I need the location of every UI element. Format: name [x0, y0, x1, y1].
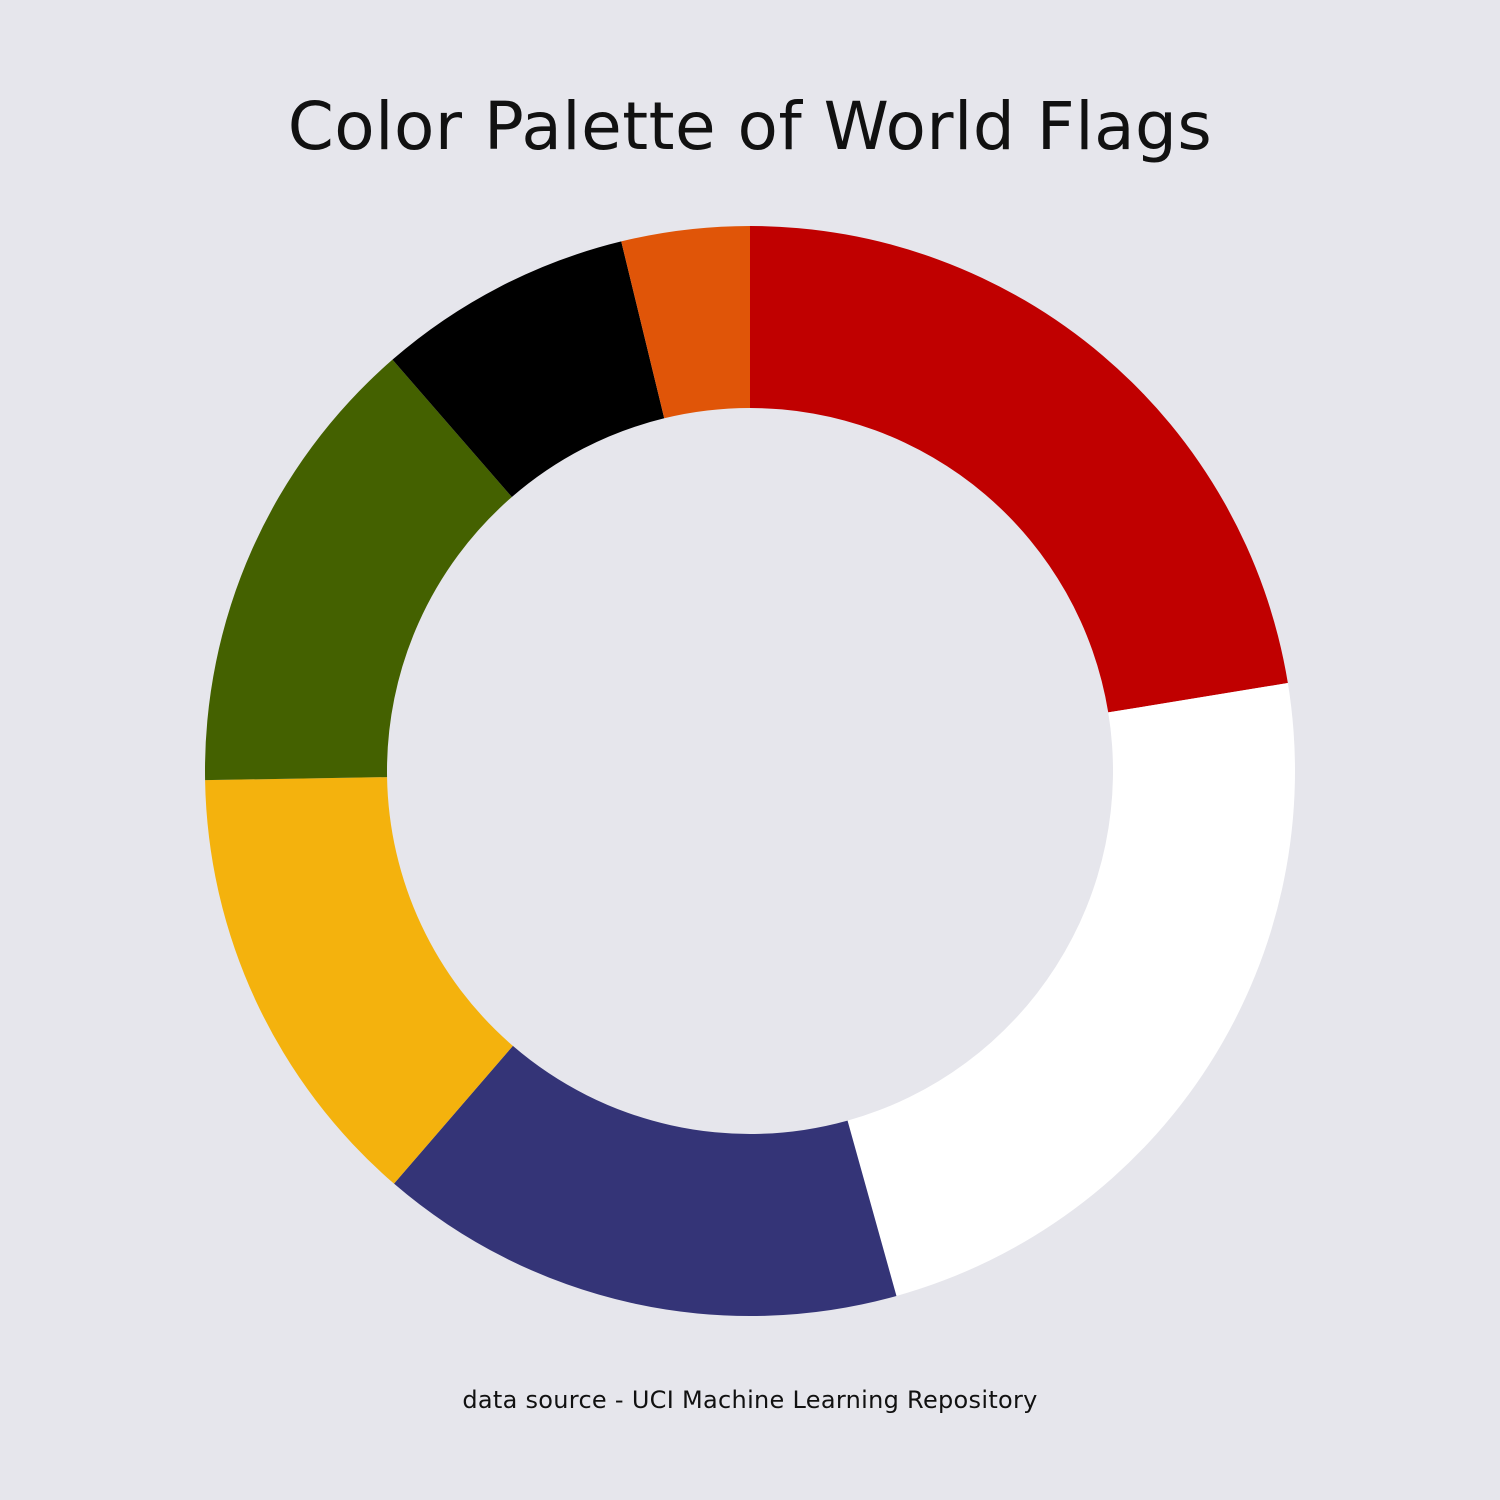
- data-source-note: data source - UCI Machine Learning Repos…: [462, 1386, 1038, 1414]
- chart-page: Color Palette of World Flags data source…: [0, 0, 1500, 1500]
- slice-white: [847, 683, 1295, 1296]
- slice-red: [750, 226, 1288, 713]
- donut-chart: [205, 226, 1295, 1316]
- donut-slices: [205, 226, 1295, 1316]
